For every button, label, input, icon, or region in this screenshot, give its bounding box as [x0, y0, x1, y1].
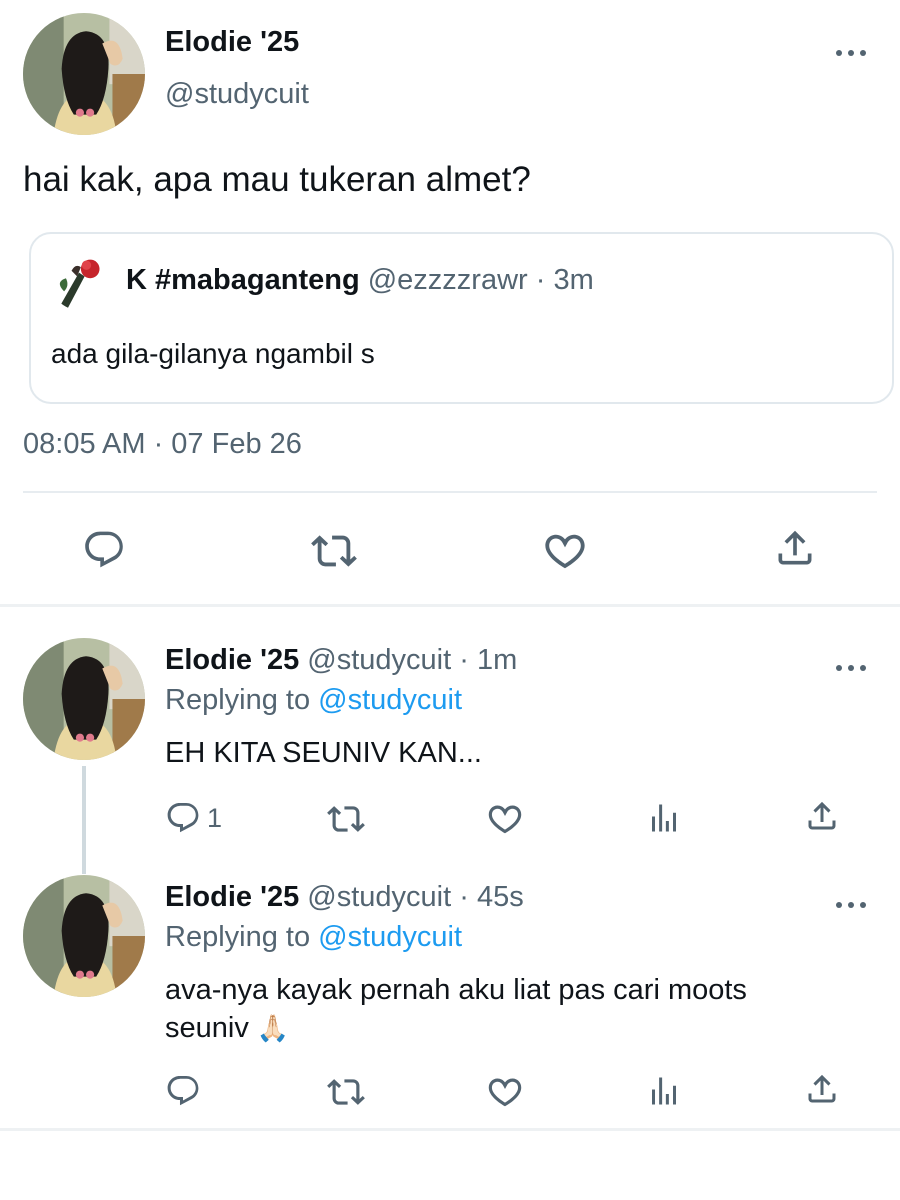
retweet-button[interactable]	[311, 528, 357, 574]
reply-author-name[interactable]: Elodie '25	[165, 881, 299, 913]
divider	[0, 604, 900, 607]
avatar-portrait-icon	[23, 875, 145, 997]
analytics-button[interactable]	[646, 1073, 682, 1109]
reply-text-content: ava-nya kayak pernah aku liat pas cari m…	[165, 974, 747, 1044]
replying-to-label: Replying to	[165, 684, 311, 716]
reply-icon	[82, 528, 126, 572]
replying-to: Replying to @studycuit	[165, 684, 462, 717]
share-icon	[773, 526, 817, 570]
quoted-author-name[interactable]: K #mabaganteng	[126, 264, 360, 296]
author-name[interactable]: Elodie '25	[165, 26, 299, 59]
quoted-tweet-header: K #mabaganteng @ezzzzrawr · 3m	[126, 264, 594, 297]
retweet-icon	[327, 800, 365, 838]
analytics-icon	[646, 800, 682, 836]
reply-button[interactable]: 1	[165, 800, 222, 836]
reply-text: ava-nya kayak pernah aku liat pas cari m…	[165, 971, 825, 1047]
divider	[23, 491, 877, 493]
like-icon	[486, 800, 524, 838]
retweet-button[interactable]	[327, 1073, 365, 1111]
like-icon	[486, 1073, 524, 1111]
tweet-timestamp[interactable]: 08:05 AM · 07 Feb 26	[23, 428, 302, 461]
more-options-icon[interactable]	[836, 658, 866, 678]
quoted-author-avatar[interactable]	[51, 254, 107, 310]
retweet-icon	[327, 1073, 365, 1111]
reply-text-content: EH KITA SEUNIV KAN...	[165, 737, 482, 769]
analytics-icon	[646, 1073, 682, 1109]
quoted-author-meta: @ezzzzrawr · 3m	[367, 264, 594, 296]
share-icon	[804, 798, 840, 834]
avatar-portrait-icon	[23, 13, 145, 135]
retweet-icon	[311, 528, 357, 574]
tweet-thread: Elodie '25 @studycuit hai kak, apa mau t…	[0, 0, 900, 1200]
reply-icon	[165, 1073, 201, 1109]
reply-text: EH KITA SEUNIV KAN...	[165, 734, 865, 772]
tweet-text: hai kak, apa mau tukeran almet?	[23, 160, 531, 199]
quoted-tweet[interactable]: K #mabaganteng @ezzzzrawr · 3m ada gila-…	[29, 232, 894, 404]
divider	[0, 1128, 900, 1131]
like-button[interactable]	[542, 528, 588, 574]
reply-author-meta: @studycuit · 1m	[307, 644, 518, 676]
retweet-button[interactable]	[327, 800, 365, 838]
share-button[interactable]	[804, 1071, 840, 1107]
reply-author-avatar[interactable]	[23, 638, 145, 760]
reply-header: Elodie '25 @studycuit · 45s	[165, 881, 524, 914]
like-button[interactable]	[486, 1073, 524, 1111]
replying-to: Replying to @studycuit	[165, 921, 462, 954]
thread-line	[82, 766, 86, 874]
analytics-button[interactable]	[646, 800, 682, 836]
more-options-icon[interactable]	[836, 895, 866, 915]
praying-hands-emoji: 🙏🏻	[256, 1013, 290, 1043]
share-button[interactable]	[804, 798, 840, 834]
reply-button[interactable]	[82, 528, 126, 572]
author-avatar[interactable]	[23, 13, 145, 135]
more-options-icon[interactable]	[836, 43, 866, 63]
reply-header: Elodie '25 @studycuit · 1m	[165, 644, 517, 677]
like-icon	[542, 528, 588, 574]
share-icon	[804, 1071, 840, 1107]
avatar-portrait-icon	[23, 638, 145, 760]
author-handle[interactable]: @studycuit	[165, 78, 309, 111]
replying-to-mention[interactable]: @studycuit	[318, 684, 462, 716]
reply-author-meta: @studycuit · 45s	[307, 881, 524, 913]
reply-author-avatar[interactable]	[23, 875, 145, 997]
reply-button[interactable]	[165, 1073, 201, 1109]
reply-author-name[interactable]: Elodie '25	[165, 644, 299, 676]
like-button[interactable]	[486, 800, 524, 838]
replying-to-mention[interactable]: @studycuit	[318, 921, 462, 953]
reply-count: 1	[207, 802, 223, 833]
quoted-tweet-text: ada gila-gilanya ngambil s	[51, 338, 375, 369]
tweet-actions	[0, 520, 900, 580]
share-button[interactable]	[773, 526, 817, 570]
rose-avatar-icon	[51, 254, 107, 310]
replying-to-label: Replying to	[165, 921, 311, 953]
reply-icon	[165, 800, 201, 836]
